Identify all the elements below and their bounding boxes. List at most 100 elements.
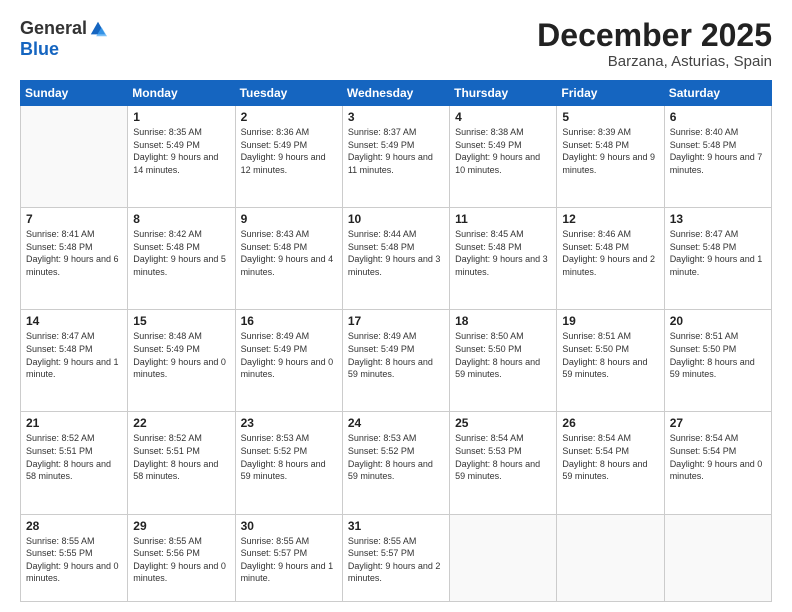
day-info: Sunrise: 8:47 AM Sunset: 5:48 PM Dayligh…: [670, 228, 766, 278]
week-row-1: 1 Sunrise: 8:35 AM Sunset: 5:49 PM Daylig…: [21, 106, 772, 208]
day-info: Sunrise: 8:54 AM Sunset: 5:54 PM Dayligh…: [670, 432, 766, 482]
weekday-header-wednesday: Wednesday: [342, 81, 449, 106]
day-number: 22: [133, 416, 229, 430]
day-number: 20: [670, 314, 766, 328]
day-info: Sunrise: 8:52 AM Sunset: 5:51 PM Dayligh…: [133, 432, 229, 482]
day-number: 19: [562, 314, 658, 328]
calendar-cell: 4 Sunrise: 8:38 AM Sunset: 5:49 PM Daylig…: [450, 106, 557, 208]
day-info: Sunrise: 8:49 AM Sunset: 5:49 PM Dayligh…: [241, 330, 337, 380]
day-info: Sunrise: 8:54 AM Sunset: 5:54 PM Dayligh…: [562, 432, 658, 482]
day-info: Sunrise: 8:52 AM Sunset: 5:51 PM Dayligh…: [26, 432, 122, 482]
day-info: Sunrise: 8:51 AM Sunset: 5:50 PM Dayligh…: [670, 330, 766, 380]
day-number: 17: [348, 314, 444, 328]
day-info: Sunrise: 8:37 AM Sunset: 5:49 PM Dayligh…: [348, 126, 444, 176]
calendar-cell: [21, 106, 128, 208]
page: General Blue December 2025 Barzana, Astu…: [0, 0, 792, 612]
header-right: December 2025 Barzana, Asturias, Spain: [537, 18, 772, 70]
weekday-header-tuesday: Tuesday: [235, 81, 342, 106]
calendar: SundayMondayTuesdayWednesdayThursdayFrid…: [20, 80, 772, 602]
calendar-cell: 19Sunrise: 8:51 AM Sunset: 5:50 PM Dayli…: [557, 310, 664, 412]
day-number: 29: [133, 519, 229, 533]
calendar-cell: [450, 514, 557, 602]
month-title: December 2025: [537, 18, 772, 53]
day-number: 6: [670, 110, 766, 124]
day-number: 4: [455, 110, 551, 124]
day-info: Sunrise: 8:48 AM Sunset: 5:49 PM Dayligh…: [133, 330, 229, 380]
calendar-cell: 18 Sunrise: 8:50 AM Sunset: 5:50 PM Dayli…: [450, 310, 557, 412]
day-info: Sunrise: 8:50 AM Sunset: 5:50 PM Dayligh…: [455, 330, 551, 380]
day-number: 24: [348, 416, 444, 430]
calendar-cell: [557, 514, 664, 602]
day-info: Sunrise: 8:42 AM Sunset: 5:48 PM Dayligh…: [133, 228, 229, 278]
calendar-cell: 17Sunrise: 8:49 AM Sunset: 5:49 PM Dayli…: [342, 310, 449, 412]
day-info: Sunrise: 8:55 AM Sunset: 5:56 PM Dayligh…: [133, 535, 229, 585]
day-number: 26: [562, 416, 658, 430]
logo: General Blue: [20, 18, 107, 60]
calendar-cell: 3 Sunrise: 8:37 AM Sunset: 5:49 PM Daylig…: [342, 106, 449, 208]
day-info: Sunrise: 8:43 AM Sunset: 5:48 PM Dayligh…: [241, 228, 337, 278]
day-info: Sunrise: 8:55 AM Sunset: 5:57 PM Dayligh…: [241, 535, 337, 585]
day-number: 28: [26, 519, 122, 533]
calendar-cell: 21 Sunrise: 8:52 AM Sunset: 5:51 PM Dayli…: [21, 412, 128, 514]
day-info: Sunrise: 8:45 AM Sunset: 5:48 PM Dayligh…: [455, 228, 551, 278]
day-number: 2: [241, 110, 337, 124]
day-number: 12: [562, 212, 658, 226]
logo-blue: Blue: [20, 39, 59, 60]
day-number: 14: [26, 314, 122, 328]
week-row-2: 7 Sunrise: 8:41 AM Sunset: 5:48 PM Daylig…: [21, 208, 772, 310]
calendar-cell: 8Sunrise: 8:42 AM Sunset: 5:48 PM Daylig…: [128, 208, 235, 310]
day-number: 25: [455, 416, 551, 430]
calendar-cell: 14 Sunrise: 8:47 AM Sunset: 5:48 PM Dayli…: [21, 310, 128, 412]
calendar-cell: 24 Sunrise: 8:53 AM Sunset: 5:52 PM Dayli…: [342, 412, 449, 514]
calendar-cell: [664, 514, 771, 602]
day-number: 10: [348, 212, 444, 226]
day-info: Sunrise: 8:53 AM Sunset: 5:52 PM Dayligh…: [241, 432, 337, 482]
day-number: 1: [133, 110, 229, 124]
day-number: 5: [562, 110, 658, 124]
calendar-cell: 12Sunrise: 8:46 AM Sunset: 5:48 PM Dayli…: [557, 208, 664, 310]
weekday-header-saturday: Saturday: [664, 81, 771, 106]
day-info: Sunrise: 8:39 AM Sunset: 5:48 PM Dayligh…: [562, 126, 658, 176]
day-number: 13: [670, 212, 766, 226]
weekday-header-sunday: Sunday: [21, 81, 128, 106]
calendar-cell: 23 Sunrise: 8:53 AM Sunset: 5:52 PM Dayli…: [235, 412, 342, 514]
week-row-5: 28Sunrise: 8:55 AM Sunset: 5:55 PM Dayli…: [21, 514, 772, 602]
day-info: Sunrise: 8:54 AM Sunset: 5:53 PM Dayligh…: [455, 432, 551, 482]
day-info: Sunrise: 8:44 AM Sunset: 5:48 PM Dayligh…: [348, 228, 444, 278]
logo-icon: [89, 20, 107, 38]
day-info: Sunrise: 8:40 AM Sunset: 5:48 PM Dayligh…: [670, 126, 766, 176]
calendar-cell: 27 Sunrise: 8:54 AM Sunset: 5:54 PM Dayli…: [664, 412, 771, 514]
calendar-cell: 10 Sunrise: 8:44 AM Sunset: 5:48 PM Dayli…: [342, 208, 449, 310]
day-number: 3: [348, 110, 444, 124]
calendar-cell: 28Sunrise: 8:55 AM Sunset: 5:55 PM Dayli…: [21, 514, 128, 602]
day-number: 7: [26, 212, 122, 226]
day-number: 11: [455, 212, 551, 226]
calendar-cell: 20 Sunrise: 8:51 AM Sunset: 5:50 PM Dayli…: [664, 310, 771, 412]
day-info: Sunrise: 8:47 AM Sunset: 5:48 PM Dayligh…: [26, 330, 122, 380]
day-number: 15: [133, 314, 229, 328]
day-number: 31: [348, 519, 444, 533]
calendar-cell: 30 Sunrise: 8:55 AM Sunset: 5:57 PM Dayli…: [235, 514, 342, 602]
calendar-cell: 25 Sunrise: 8:54 AM Sunset: 5:53 PM Dayli…: [450, 412, 557, 514]
day-info: Sunrise: 8:36 AM Sunset: 5:49 PM Dayligh…: [241, 126, 337, 176]
calendar-cell: 2 Sunrise: 8:36 AM Sunset: 5:49 PM Daylig…: [235, 106, 342, 208]
day-info: Sunrise: 8:55 AM Sunset: 5:57 PM Dayligh…: [348, 535, 444, 585]
calendar-cell: 9Sunrise: 8:43 AM Sunset: 5:48 PM Daylig…: [235, 208, 342, 310]
weekday-header-thursday: Thursday: [450, 81, 557, 106]
calendar-cell: 6 Sunrise: 8:40 AM Sunset: 5:48 PM Daylig…: [664, 106, 771, 208]
week-row-4: 21 Sunrise: 8:52 AM Sunset: 5:51 PM Dayli…: [21, 412, 772, 514]
day-number: 21: [26, 416, 122, 430]
weekday-header-monday: Monday: [128, 81, 235, 106]
calendar-cell: 11 Sunrise: 8:45 AM Sunset: 5:48 PM Dayli…: [450, 208, 557, 310]
day-number: 18: [455, 314, 551, 328]
day-number: 27: [670, 416, 766, 430]
day-number: 30: [241, 519, 337, 533]
day-info: Sunrise: 8:53 AM Sunset: 5:52 PM Dayligh…: [348, 432, 444, 482]
day-info: Sunrise: 8:41 AM Sunset: 5:48 PM Dayligh…: [26, 228, 122, 278]
calendar-cell: 29 Sunrise: 8:55 AM Sunset: 5:56 PM Dayli…: [128, 514, 235, 602]
day-number: 23: [241, 416, 337, 430]
calendar-cell: 7 Sunrise: 8:41 AM Sunset: 5:48 PM Daylig…: [21, 208, 128, 310]
logo-general: General: [20, 18, 87, 39]
day-info: Sunrise: 8:35 AM Sunset: 5:49 PM Dayligh…: [133, 126, 229, 176]
day-info: Sunrise: 8:38 AM Sunset: 5:49 PM Dayligh…: [455, 126, 551, 176]
